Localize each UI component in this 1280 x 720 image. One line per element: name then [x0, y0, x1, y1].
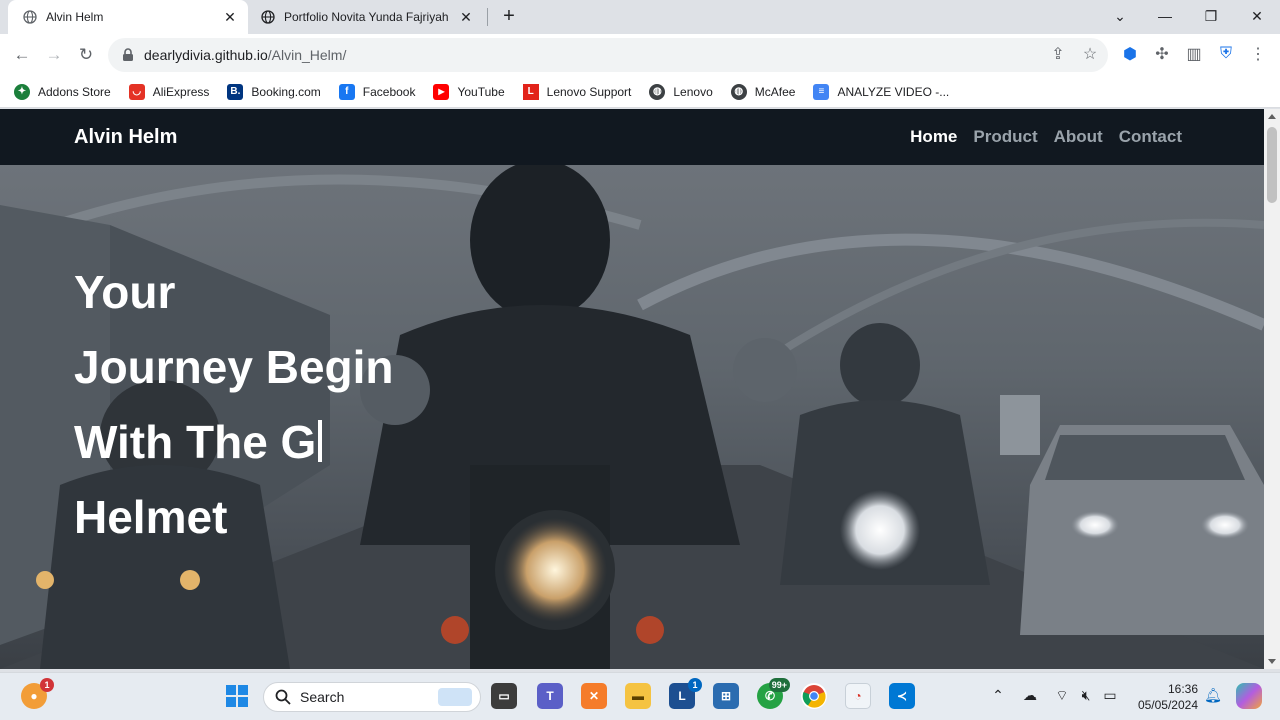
reload-button[interactable]: ↻ — [72, 41, 100, 69]
clock-time: 16:36 — [1167, 682, 1198, 696]
lenovo-app-icon[interactable]: L1 — [669, 678, 702, 709]
tab-portfolio[interactable]: Portfolio Novita Yunda Fajriyah ✕ — [252, 0, 484, 34]
clock-date: 05/05/2024 — [1137, 698, 1198, 712]
notification-bell-icon[interactable]: 🔔︎ — [1203, 687, 1223, 704]
battery-icon[interactable]: ▭ — [1100, 687, 1120, 704]
nav-product[interactable]: Product — [973, 127, 1037, 147]
scrollbar-thumb[interactable] — [1267, 127, 1277, 203]
bookmarks-bar: ✦ Addons Store ◡ AliExpress B. Booking.com … — [0, 76, 1280, 108]
globe-icon: ◍ — [649, 83, 666, 100]
mcafee-shield-icon[interactable]: ⛨ — [1215, 43, 1237, 65]
site-menu: Home Product About Contact — [910, 127, 1182, 147]
star-bookmark-icon[interactable]: ☆ — [1079, 43, 1101, 65]
share-icon[interactable]: ⇪ — [1047, 43, 1069, 65]
nav-contact[interactable]: Contact — [1119, 127, 1182, 147]
addons-store-icon: ✦ — [14, 83, 30, 100]
bookmark-youtube[interactable]: ▶ YouTube — [433, 83, 505, 100]
address-bar[interactable]: dearlydivia.github.io/Alvin_Helm/ — [108, 38, 1108, 72]
taskbar-search[interactable]: Search — [263, 682, 481, 712]
wifi-icon[interactable]: ⌔ — [1052, 687, 1072, 705]
tab-strip: Alvin Helm ✕ Portfolio Novita Yunda Fajr… — [0, 0, 1280, 34]
hero-line-4: Helmet — [74, 491, 228, 543]
tab-separator — [487, 8, 488, 26]
lock-icon — [122, 48, 134, 62]
hero-line-1: Your — [74, 266, 176, 318]
aliexpress-icon: ◡ — [128, 83, 145, 100]
tab-alvin-helm[interactable]: Alvin Helm ✕ — [8, 0, 248, 34]
windows-taskbar: ● 1 Search ▭ T ✕ ▬ L1 ⊞ ✆ 99+ ◔ ≺ ⌃ ☁ ⌔ 🔇︎… — [0, 672, 1280, 720]
bookmark-facebook[interactable]: f Facebook — [338, 83, 415, 100]
page-viewport: Alvin Helm Home Product About Contact Yo… — [0, 109, 1264, 669]
minimize-button[interactable]: — — [1142, 0, 1188, 32]
nav-home[interactable]: Home — [910, 127, 957, 147]
onedrive-icon[interactable]: ☁ — [1020, 687, 1040, 704]
tab-title: Portfolio Novita Yunda Fajriyah — [284, 10, 449, 24]
hero-line-2: Journey Begin — [74, 341, 394, 393]
extensions-puzzle-icon[interactable]: ✣ — [1151, 43, 1173, 65]
close-tab-icon[interactable]: ✕ — [220, 7, 240, 27]
url-path: /Alvin_Helm/ — [267, 47, 347, 63]
hero-heading: Your Journey Begin With The G Helmet — [74, 255, 394, 555]
document-icon: ≡ — [813, 83, 830, 100]
hero-line-3: With The G — [74, 416, 317, 468]
tab-title: Alvin Helm — [46, 10, 104, 24]
globe-icon — [260, 9, 276, 25]
tab-search-icon[interactable]: ⌄ — [1097, 0, 1143, 32]
xampp-icon[interactable]: ✕ — [581, 683, 607, 709]
forward-button[interactable]: → — [40, 41, 68, 69]
windows-start-icon[interactable] — [224, 683, 250, 709]
url-host: dearlydivia.github.io — [144, 47, 268, 63]
facebook-icon: f — [338, 83, 355, 100]
restore-button[interactable]: ❐ — [1188, 0, 1234, 32]
whatsapp-icon[interactable]: ✆ 99+ — [757, 678, 790, 709]
page-scrollbar[interactable] — [1264, 109, 1280, 669]
search-icon — [275, 689, 291, 708]
bookmark-lenovo-support[interactable]: L Lenovo Support — [522, 83, 631, 100]
chrome-icon[interactable] — [801, 683, 827, 709]
taskbar-clock[interactable]: 16:36 05/05/2024 — [1132, 681, 1198, 713]
bookmark-booking[interactable]: B. Booking.com — [227, 83, 321, 100]
teams-icon[interactable]: T — [537, 683, 563, 709]
bookmark-aliexpress[interactable]: ◡ AliExpress — [128, 83, 209, 100]
tray-overflow-icon[interactable]: ⌃ — [988, 687, 1008, 704]
search-label: Search — [300, 689, 345, 705]
globe-icon: ◍ — [730, 83, 747, 100]
firefox-icon[interactable]: ● 1 — [21, 678, 54, 709]
close-window-button[interactable]: ✕ — [1234, 0, 1280, 32]
globe-icon — [22, 9, 38, 25]
hero-section: Your Journey Begin With The G Helmet — [0, 165, 1264, 669]
task-view-icon[interactable]: ▭ — [491, 683, 517, 709]
site-navbar: Alvin Helm Home Product About Contact — [0, 109, 1264, 165]
vscode-icon[interactable]: ≺ — [889, 683, 915, 709]
nav-about[interactable]: About — [1054, 127, 1103, 147]
browser-toolbar: ← → ↻ dearlydivia.github.io/Alvin_Helm/ … — [0, 34, 1280, 76]
side-panel-icon[interactable]: ▥ — [1183, 43, 1205, 65]
typing-cursor — [318, 420, 323, 462]
scroll-down-arrow[interactable] — [1268, 659, 1276, 664]
file-explorer-icon[interactable]: ▬ — [625, 683, 651, 709]
bookmark-addons-store[interactable]: ✦ Addons Store — [14, 83, 111, 100]
close-tab-icon[interactable]: ✕ — [456, 7, 476, 27]
active-browser-icon[interactable]: ◔ — [845, 683, 871, 709]
bookmark-lenovo[interactable]: ◍ Lenovo — [649, 83, 713, 100]
back-button[interactable]: ← — [8, 41, 36, 69]
copilot-icon[interactable] — [1236, 683, 1262, 709]
bookmark-analyze-video[interactable]: ≡ ANALYZE VIDEO -... — [813, 83, 949, 100]
bookmark-mcafee[interactable]: ◍ McAfee — [730, 83, 795, 100]
lenovo-support-icon: L — [522, 83, 539, 100]
scroll-up-arrow[interactable] — [1268, 114, 1276, 119]
search-highlight-icon — [438, 688, 472, 706]
volume-muted-icon[interactable]: 🔇︎ — [1076, 687, 1096, 704]
microsoft-store-icon[interactable]: ⊞ — [713, 683, 739, 709]
youtube-icon: ▶ — [433, 83, 450, 100]
extension-shield-icon[interactable]: ⬢ — [1119, 43, 1141, 65]
booking-icon: B. — [227, 83, 244, 100]
new-tab-button[interactable]: + — [498, 6, 520, 28]
menu-kebab-icon[interactable]: ⋮ — [1247, 43, 1269, 65]
site-brand[interactable]: Alvin Helm — [74, 126, 177, 149]
